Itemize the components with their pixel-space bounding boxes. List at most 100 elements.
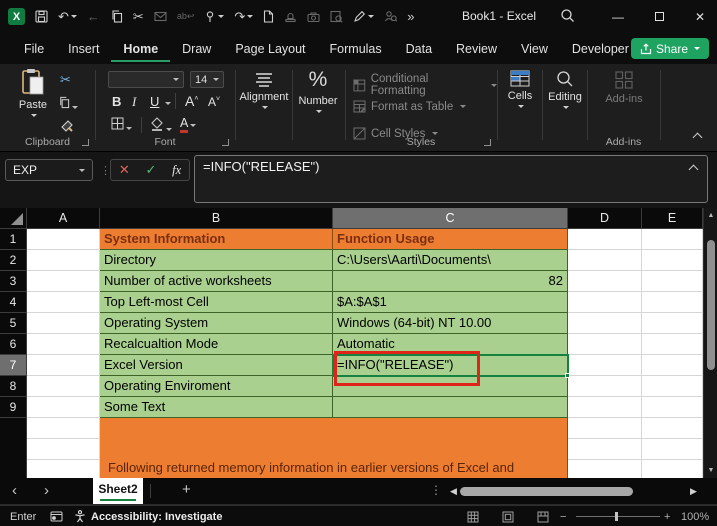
cell-d8[interactable] xyxy=(568,376,642,397)
zoom-level[interactable]: 100% xyxy=(681,506,709,526)
row-header-8[interactable]: 8 xyxy=(0,376,27,397)
cell-a10[interactable] xyxy=(27,418,100,478)
maximize-button[interactable] xyxy=(641,0,677,33)
sheetbar-drag-handle[interactable]: ⋮ xyxy=(430,483,442,497)
cell-a2[interactable] xyxy=(27,250,100,271)
cell-d5[interactable] xyxy=(568,313,642,334)
tab-file[interactable]: File xyxy=(12,36,56,62)
cut-ribbon-button[interactable]: ✂ xyxy=(60,72,71,88)
cell-d6[interactable] xyxy=(568,334,642,355)
cells-button[interactable]: Cells xyxy=(499,70,541,108)
tab-formulas[interactable]: Formulas xyxy=(318,36,394,62)
cell-b9[interactable]: Some Text xyxy=(100,397,333,418)
name-box[interactable]: EXP xyxy=(5,159,93,181)
column-header-e[interactable]: E xyxy=(642,208,703,229)
cell-e5[interactable] xyxy=(642,313,703,334)
fill-color-button[interactable] xyxy=(150,117,172,134)
cell-b7[interactable]: Excel Version xyxy=(100,355,333,376)
cell-e10[interactable] xyxy=(642,418,703,478)
collapse-formula-bar-icon[interactable] xyxy=(689,165,699,175)
cell-e6[interactable] xyxy=(642,334,703,355)
cell-c6[interactable]: Automatic xyxy=(333,334,568,355)
accessibility-status[interactable]: Accessibility: Investigate xyxy=(74,506,222,526)
cell-c5[interactable]: Windows (64-bit) NT 10.00 xyxy=(333,313,568,334)
row-header-9[interactable]: 9 xyxy=(0,397,27,418)
row-header-1[interactable]: 1 xyxy=(0,229,27,250)
cell-e3[interactable] xyxy=(642,271,703,292)
tab-draw[interactable]: Draw xyxy=(170,36,223,62)
banner-cell[interactable]: Following returned memory information in… xyxy=(100,418,568,478)
cell-c3[interactable]: 82 xyxy=(333,271,568,292)
scroll-up-icon[interactable]: ▲ xyxy=(704,212,717,219)
share-button[interactable]: Share xyxy=(631,38,709,59)
cell-b6[interactable]: Recalcualtion Mode xyxy=(100,334,333,355)
cell-e2[interactable] xyxy=(642,250,703,271)
scroll-left-icon[interactable]: ◀ xyxy=(450,486,457,497)
cell-a3[interactable] xyxy=(27,271,100,292)
tab-insert[interactable]: Insert xyxy=(56,36,111,62)
vertical-scroll-thumb[interactable] xyxy=(707,240,715,370)
zoom-out-button[interactable]: − xyxy=(560,506,566,526)
row-header-5[interactable]: 5 xyxy=(0,313,27,334)
cell-c7-active[interactable]: =INFO("RELEASE") xyxy=(333,355,568,376)
format-as-table-button[interactable]: Format as Table xyxy=(353,100,466,113)
column-header-b[interactable]: B xyxy=(100,208,333,229)
cell-d10[interactable] xyxy=(568,418,642,478)
cell-d3[interactable] xyxy=(568,271,642,292)
zoom-slider-thumb[interactable] xyxy=(615,512,618,521)
close-button[interactable]: ✕ xyxy=(682,0,717,33)
format-painter-button[interactable] xyxy=(60,119,74,136)
enter-icon[interactable]: ✓ xyxy=(145,162,156,178)
cell-b1[interactable]: System Information xyxy=(100,229,333,250)
cell-a7[interactable] xyxy=(27,355,100,376)
select-all-corner[interactable] xyxy=(0,208,27,229)
cell-c1[interactable]: Function Usage xyxy=(333,229,568,250)
qat-overflow-button[interactable]: » xyxy=(407,10,414,23)
pen-input-button[interactable] xyxy=(353,10,374,23)
grow-font-button[interactable]: A˄ xyxy=(185,93,198,109)
new-file-icon[interactable] xyxy=(263,10,274,23)
font-name-combo[interactable] xyxy=(108,71,184,88)
row-header-4[interactable]: 4 xyxy=(0,292,27,313)
clipboard-dialog-launcher[interactable] xyxy=(82,139,89,146)
shrink-font-button[interactable]: A˅ xyxy=(208,95,220,109)
copy-ribbon-button[interactable] xyxy=(58,96,78,112)
tab-review[interactable]: Review xyxy=(444,36,509,62)
font-color-button[interactable]: A xyxy=(180,116,196,133)
conditional-formatting-button[interactable]: Conditional Formatting xyxy=(353,73,497,97)
cell-c2[interactable]: C:\Users\Aarti\Documents\ xyxy=(333,250,568,271)
tab-home[interactable]: Home xyxy=(111,36,170,62)
cell-a4[interactable] xyxy=(27,292,100,313)
cell-b2[interactable]: Directory xyxy=(100,250,333,271)
touch-mode-button[interactable] xyxy=(204,10,224,23)
row-header-3[interactable]: 3 xyxy=(0,271,27,292)
font-dialog-launcher[interactable] xyxy=(222,139,229,146)
cell-b5[interactable]: Operating System xyxy=(100,313,333,334)
add-sheet-button[interactable]: + xyxy=(182,481,191,498)
row-header-7[interactable]: 7 xyxy=(0,355,27,376)
column-header-d[interactable]: D xyxy=(568,208,642,229)
cell-a8[interactable] xyxy=(27,376,100,397)
column-header-c[interactable]: C xyxy=(333,208,568,229)
normal-view-icon[interactable] xyxy=(467,506,479,526)
tab-data[interactable]: Data xyxy=(394,36,444,62)
cell-c8[interactable] xyxy=(333,376,568,397)
scroll-down-icon[interactable]: ▼ xyxy=(704,467,717,474)
cell-a9[interactable] xyxy=(27,397,100,418)
minimize-button[interactable]: — xyxy=(600,0,636,33)
paste-button[interactable]: Paste xyxy=(12,68,54,117)
cell-d1[interactable] xyxy=(568,229,642,250)
cell-a1[interactable] xyxy=(27,229,100,250)
cut-button[interactable]: ✂ xyxy=(133,10,144,23)
zoom-in-button[interactable]: + xyxy=(664,506,670,526)
bold-button[interactable]: B xyxy=(112,94,121,109)
tab-page-layout[interactable]: Page Layout xyxy=(223,36,317,62)
search-icon[interactable] xyxy=(560,8,575,28)
formula-input[interactable]: =INFO("RELEASE") xyxy=(194,155,708,203)
cancel-icon[interactable]: ✕ xyxy=(119,162,130,178)
macro-record-icon[interactable] xyxy=(50,506,63,526)
styles-dialog-launcher[interactable] xyxy=(484,139,491,146)
font-size-combo[interactable]: 14 xyxy=(190,71,224,88)
cell-e9[interactable] xyxy=(642,397,703,418)
horizontal-scroll-thumb[interactable] xyxy=(460,487,633,496)
